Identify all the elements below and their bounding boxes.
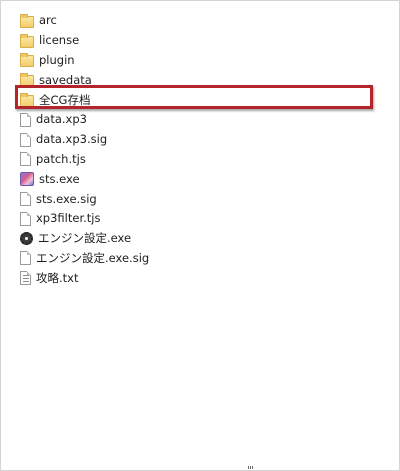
folder-icon <box>20 33 34 48</box>
list-item-arc[interactable]: arc <box>20 11 380 31</box>
app-icon <box>20 172 34 187</box>
folder-icon <box>20 13 34 28</box>
list-item-sts-exe-sig[interactable]: sts.exe.sig <box>20 189 380 209</box>
file-name: data.xp3 <box>36 112 87 127</box>
file-name: arc <box>39 13 57 28</box>
document-icon <box>20 132 31 147</box>
list-item-data-xp3[interactable]: data.xp3 <box>20 110 380 130</box>
file-name: 全CG存档 <box>39 92 91 107</box>
list-item-data-xp3-sig[interactable]: data.xp3.sig <box>20 130 380 150</box>
file-list: arc license plugin savedata 全CG存档 data.x… <box>20 11 380 288</box>
file-name: sts.exe.sig <box>36 191 97 206</box>
document-icon <box>20 152 31 167</box>
file-name: data.xp3.sig <box>36 132 108 147</box>
file-name: savedata <box>39 72 92 87</box>
file-name: 攻略.txt <box>36 270 79 285</box>
list-item-engine-settings-exe[interactable]: エンジン設定.exe <box>20 229 380 249</box>
list-item-savedata[interactable]: savedata <box>20 70 380 90</box>
document-icon <box>20 211 31 226</box>
resize-grip[interactable] <box>248 466 253 469</box>
file-name: license <box>39 33 80 48</box>
file-name: patch.tjs <box>36 151 86 166</box>
document-icon <box>20 251 31 266</box>
list-item-xp3filter-tjs[interactable]: xp3filter.tjs <box>20 209 380 229</box>
file-name: plugin <box>39 52 75 67</box>
list-item-guide-txt[interactable]: 攻略.txt <box>20 268 380 288</box>
document-icon <box>20 112 31 127</box>
list-item-plugin[interactable]: plugin <box>20 51 380 71</box>
list-item-sts-exe[interactable]: sts.exe <box>20 169 380 189</box>
file-name: sts.exe <box>39 171 80 186</box>
text-file-icon <box>20 271 31 286</box>
file-name: エンジン設定.exe.sig <box>36 250 150 265</box>
file-name: エンジン設定.exe <box>38 231 132 246</box>
list-item-engine-settings-exe-sig[interactable]: エンジン設定.exe.sig <box>20 249 380 269</box>
list-item-patch-tjs[interactable]: patch.tjs <box>20 150 380 170</box>
gear-icon <box>20 232 33 246</box>
file-name: xp3filter.tjs <box>36 211 101 226</box>
file-explorer-window: arc license plugin savedata 全CG存档 data.x… <box>0 0 400 471</box>
list-item-all-cg-save[interactable]: 全CG存档 <box>20 90 380 110</box>
folder-icon <box>20 53 34 68</box>
folder-icon <box>20 93 34 108</box>
document-icon <box>20 192 31 207</box>
folder-icon <box>20 73 34 88</box>
list-item-license[interactable]: license <box>20 31 380 51</box>
